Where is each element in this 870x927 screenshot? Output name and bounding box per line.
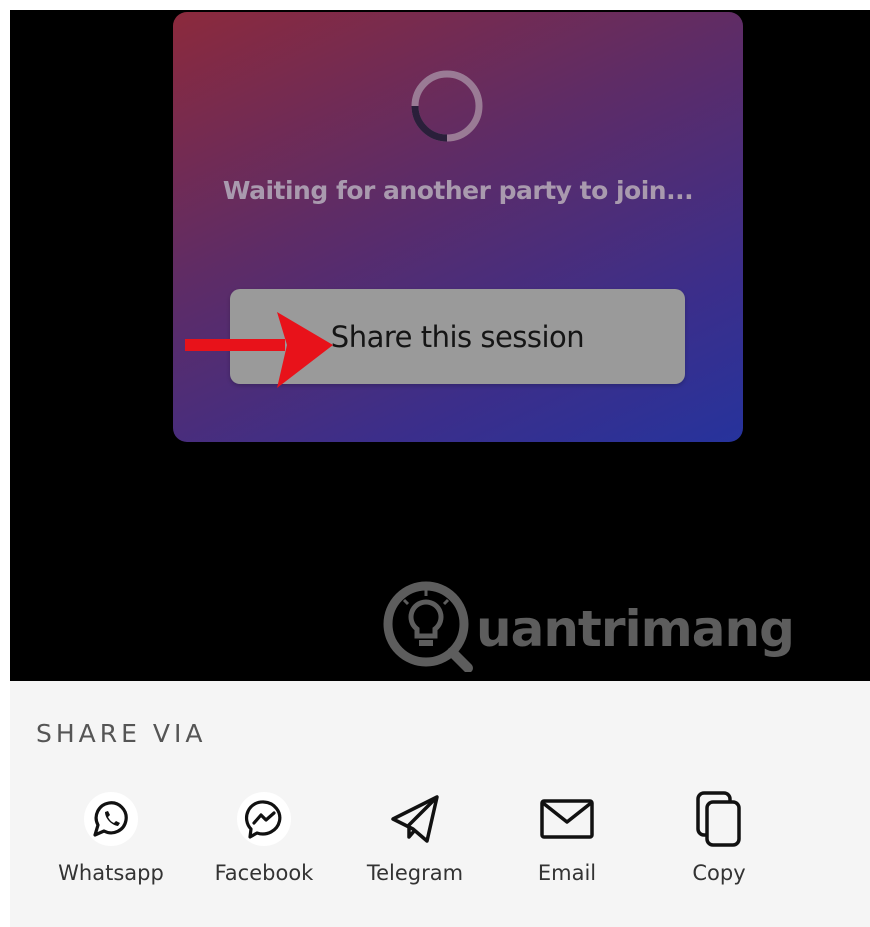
- annotation-arrow-icon: [185, 312, 333, 388]
- share-option-telegram[interactable]: Telegram: [350, 789, 480, 885]
- share-sheet: SHARE VIA Whatsapp Facebook Telegram Ema…: [10, 681, 870, 927]
- share-sheet-title: SHARE VIA: [36, 719, 207, 748]
- share-option-label: Copy: [692, 861, 746, 885]
- share-option-copy[interactable]: Copy: [654, 789, 784, 885]
- waiting-status-text: Waiting for another party to join...: [222, 176, 694, 205]
- share-option-label: Email: [537, 861, 597, 885]
- whatsapp-icon: [81, 789, 141, 849]
- telegram-icon: [385, 789, 445, 849]
- share-option-label: Telegram: [366, 861, 464, 885]
- share-option-facebook[interactable]: Facebook: [199, 789, 329, 885]
- share-session-button-label: Share this session: [330, 319, 585, 354]
- watermark-text: uantrimang: [476, 600, 795, 658]
- share-option-email[interactable]: Email: [502, 789, 632, 885]
- share-option-label: Whatsapp: [58, 861, 164, 885]
- copy-icon: [689, 789, 749, 849]
- loading-spinner-icon: [411, 70, 483, 142]
- share-option-label: Facebook: [214, 861, 314, 885]
- watermark-logo-icon: [383, 581, 473, 672]
- watermark: uantrimang: [382, 578, 812, 674]
- messenger-icon: [234, 789, 294, 849]
- email-icon: [537, 789, 597, 849]
- share-option-whatsapp[interactable]: Whatsapp: [46, 789, 176, 885]
